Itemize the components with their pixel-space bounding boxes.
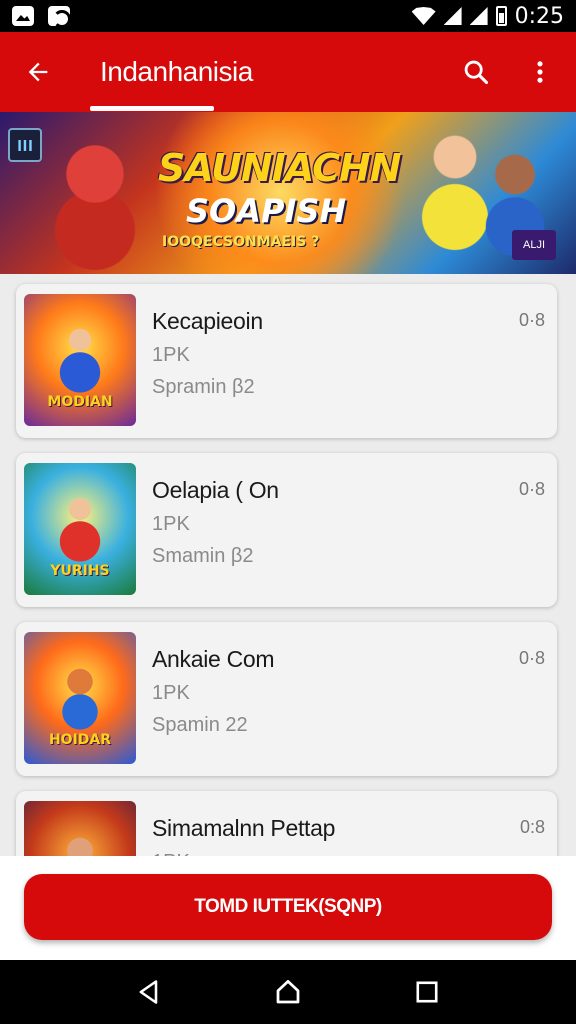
item-number: 0·8 bbox=[518, 310, 545, 330]
item-number: 0·8 bbox=[518, 479, 545, 499]
game-thumbnail: HOIDAR bbox=[24, 632, 136, 764]
promo-banner[interactable]: ווו SAUNIACHN SOAPISH IOOQECSONMAEIS ? A… bbox=[0, 112, 576, 274]
banner-title-line1: SAUNIACHN bbox=[158, 146, 402, 190]
title-underline bbox=[90, 106, 214, 111]
more-options-button[interactable] bbox=[522, 54, 558, 90]
back-triangle-icon bbox=[139, 980, 158, 1004]
item-number: 0·8 bbox=[518, 648, 545, 668]
item-subtitle: 1PK bbox=[152, 513, 190, 535]
system-nav-bar bbox=[0, 960, 576, 1024]
battery-icon bbox=[495, 6, 507, 26]
banner-title-line2: SOAPISH bbox=[186, 192, 347, 230]
list-item[interactable]: HOIDAR Ankaie Com 1PK Spamin 22 0·8 bbox=[16, 622, 557, 776]
recents-square-icon bbox=[416, 981, 438, 1003]
signal-icon bbox=[469, 7, 488, 25]
wifi-icon bbox=[411, 7, 436, 25]
item-meta: Spramin β2 bbox=[152, 376, 255, 398]
item-number: 0:8 bbox=[519, 817, 545, 837]
game-thumbnail: MODIAN bbox=[24, 294, 136, 426]
item-title: Oelapia ( On bbox=[152, 477, 279, 503]
page-title: Indanhanisia bbox=[100, 56, 253, 87]
status-time: 0:25 bbox=[514, 3, 564, 29]
item-title: Kecapieoin bbox=[152, 308, 263, 334]
arrow-left-icon bbox=[28, 62, 48, 82]
app-bar: Indanhanisia bbox=[0, 32, 576, 112]
item-meta: Smamin β2 bbox=[152, 545, 254, 567]
list-item[interactable]: YURIHS Oelapia ( On 1PK Smamin β2 0·8 bbox=[16, 453, 557, 607]
more-vert-icon bbox=[537, 61, 543, 83]
list-item[interactable]: MODIAN Kecapieoin 1PK Spramin β2 0·8 bbox=[16, 284, 557, 438]
banner-hero-left bbox=[40, 132, 150, 272]
nav-home-button[interactable] bbox=[268, 972, 308, 1012]
bottom-panel: TOMD IUTTEK(SQNP) bbox=[0, 856, 576, 960]
item-meta: Spamin 22 bbox=[152, 714, 248, 736]
home-icon bbox=[276, 980, 300, 1004]
signal-icon bbox=[443, 7, 462, 25]
item-subtitle: 1PK bbox=[152, 682, 190, 704]
nav-recents-button[interactable] bbox=[407, 972, 447, 1012]
banner-subtitle: IOOQECSONMAEIS ? bbox=[162, 234, 320, 250]
app-icon bbox=[48, 6, 71, 28]
primary-action-button[interactable]: TOMD IUTTEK(SQNP) bbox=[24, 874, 552, 940]
item-title: Simamalnn Pettap bbox=[152, 815, 336, 841]
status-bar: 0:25 bbox=[0, 0, 576, 32]
nav-back-button[interactable] bbox=[129, 972, 169, 1012]
item-title: Ankaie Com bbox=[152, 646, 275, 672]
search-button[interactable] bbox=[458, 54, 494, 90]
banner-corner-badge: ווו bbox=[8, 128, 42, 162]
game-thumbnail: YURIHS bbox=[24, 463, 136, 595]
item-subtitle: 1PK bbox=[152, 344, 190, 366]
banner-tag: ALJI bbox=[512, 230, 556, 260]
back-button[interactable] bbox=[18, 52, 58, 92]
search-icon bbox=[464, 60, 489, 85]
gallery-icon bbox=[12, 6, 34, 26]
